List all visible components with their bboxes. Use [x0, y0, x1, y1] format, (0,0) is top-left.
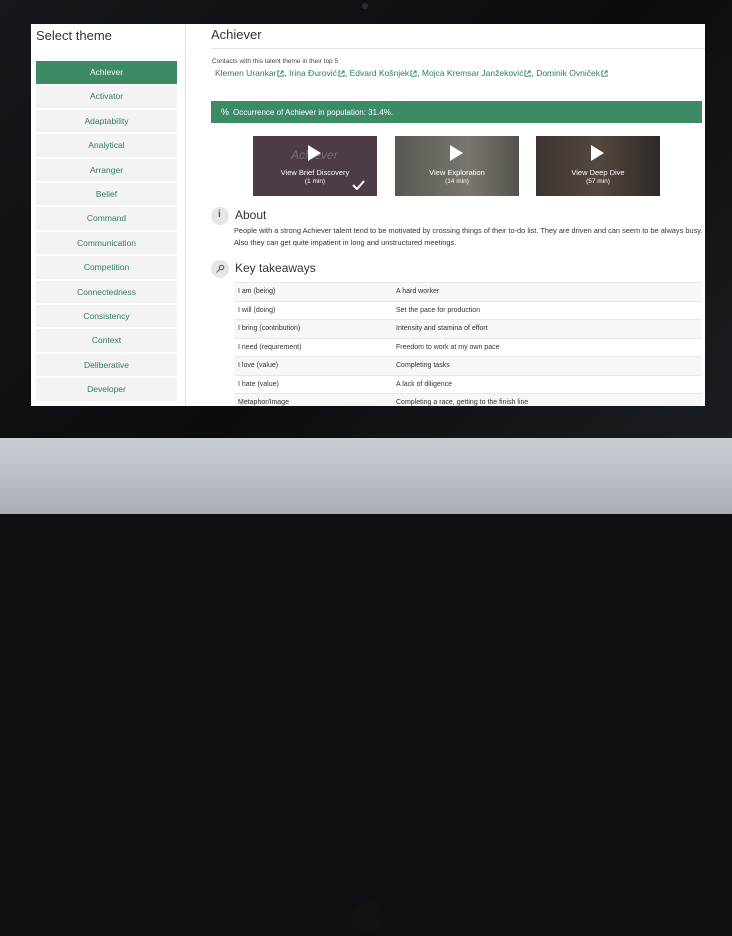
- about-heading: i About: [211, 207, 266, 225]
- takeaway-label: I bring (contribution): [234, 319, 392, 338]
- theme-detail: Achiever Contacts with this talent theme…: [186, 24, 705, 406]
- table-row: I will (doing) Set the pace for productio…: [234, 300, 702, 320]
- play-icon: [308, 145, 321, 161]
- takeaway-value: Intensity and stamina of effort: [392, 319, 702, 338]
- video-brief-discovery[interactable]: Achiever View Brief Discovery (1 min): [253, 136, 377, 196]
- table-row: I bring (contribution) Intensity and stam…: [234, 319, 702, 338]
- table-row: I love (value) Completing tasks: [234, 356, 702, 375]
- takeaway-label: Metaphor/Image: [234, 393, 392, 406]
- browser-screen: Select theme Achiever Activator Adaptabili…: [31, 24, 705, 406]
- contact-link[interactable]: Mojca Kremsar Janžeković: [422, 68, 532, 78]
- takeaways-heading: Key takeaways: [211, 260, 316, 278]
- contact-name: Klemen Urankar: [215, 68, 277, 78]
- sidebar-item-belief[interactable]: Belief: [36, 182, 177, 206]
- sidebar-item-competition[interactable]: Competition: [36, 256, 177, 279]
- sidebar-item-developer[interactable]: Developer: [36, 378, 177, 401]
- camera-icon: [362, 3, 368, 9]
- contact-name: Edvard Košnjek: [349, 68, 410, 78]
- page-title: Achiever: [211, 27, 262, 42]
- sidebar-item-analytical[interactable]: Analytical: [36, 134, 177, 157]
- theme-list: Achiever Activator Adaptability Analytical A…: [36, 61, 177, 402]
- contacts-label: Contacts with this talent theme in their…: [212, 58, 339, 65]
- sidebar-item-adaptability[interactable]: Adaptability: [36, 109, 177, 133]
- takeaway-value: Completing a race, getting to the finish…: [392, 393, 702, 406]
- contact-link[interactable]: Klemen Urankar: [215, 68, 284, 78]
- contacts-list: Klemen Urankar, Irina Đurović, Edvard Ko…: [215, 68, 608, 78]
- play-icon: [591, 145, 604, 161]
- takeaway-value: A lack of diligence: [392, 374, 702, 394]
- table-row: I need (requirement) Freedom to work at m…: [234, 337, 702, 357]
- external-link-icon: [601, 70, 608, 77]
- monitor-chin: [0, 438, 732, 933]
- sidebar-item-communication[interactable]: Communication: [36, 231, 177, 255]
- video-exploration[interactable]: View Exploration (14 min): [395, 136, 519, 196]
- takeaway-label: I hate (value): [234, 374, 392, 394]
- banner-text: Occurrence of Achiever in population: 31…: [233, 108, 394, 117]
- sidebar-item-achiever[interactable]: Achiever: [36, 61, 177, 84]
- about-title: About: [235, 208, 267, 223]
- apple-logo-icon: [351, 892, 383, 933]
- external-link-icon: [338, 70, 345, 77]
- sidebar-item-deliberative[interactable]: Deliberative: [36, 353, 177, 377]
- video-label: View Brief Discovery: [280, 168, 350, 177]
- contact-name: Dominik Ovniček: [536, 68, 600, 78]
- contact-name: Irina Đurović: [289, 68, 337, 78]
- sidebar-item-arranger[interactable]: Arranger: [36, 158, 177, 182]
- key-icon: [211, 260, 229, 278]
- sidebar-item-command[interactable]: Command: [36, 207, 177, 230]
- sidebar-item-connectedness[interactable]: Connectedness: [36, 280, 177, 304]
- contact-link[interactable]: Irina Đurović: [289, 68, 345, 78]
- contact-name: Mojca Kremsar Janžeković: [421, 68, 524, 78]
- video-duration: (14 min): [445, 178, 469, 185]
- takeaway-label: I need (requirement): [234, 337, 392, 357]
- takeaways-title: Key takeaways: [235, 261, 316, 276]
- table-row: Metaphor/Image Completing a race, getting…: [234, 393, 702, 406]
- sidebar-item-context[interactable]: Context: [36, 329, 177, 352]
- table-row: I hate (value) A lack of diligence: [234, 374, 702, 394]
- takeaway-label: I love (value): [234, 356, 392, 375]
- theme-sidebar: Select theme Achiever Activator Adaptabili…: [31, 24, 186, 406]
- takeaways-table: I am (being) A hard worker I will (doing) S…: [234, 282, 702, 406]
- contact-link[interactable]: Edvard Košnjek: [350, 68, 418, 78]
- takeaway-value: Set the pace for production: [392, 300, 702, 320]
- sidebar-item-activator[interactable]: Activator: [36, 85, 177, 108]
- sidebar-item-consistency[interactable]: Consistency: [36, 304, 177, 328]
- checkmark-icon: [352, 180, 365, 190]
- play-icon: [450, 145, 463, 161]
- takeaway-value: Completing tasks: [392, 356, 702, 375]
- table-row: I am (being) A hard worker: [234, 282, 702, 301]
- takeaway-label: I will (doing): [234, 300, 392, 320]
- title-divider: [211, 48, 705, 49]
- percent-icon: %: [221, 107, 230, 117]
- about-text: People with a strong Achiever talent ten…: [234, 226, 703, 247]
- video-deep-dive[interactable]: View Deep Dive (57 min): [536, 136, 660, 196]
- takeaway-value: A hard worker: [392, 282, 702, 301]
- video-label: View Deep Dive: [571, 168, 625, 177]
- contact-link[interactable]: Dominik Ovniček: [536, 68, 608, 78]
- video-duration: (57 min): [586, 178, 610, 185]
- population-banner: % Occurrence of Achiever in population: 3…: [211, 101, 702, 123]
- sidebar-title: Select theme: [36, 28, 112, 43]
- video-label: View Exploration: [429, 168, 485, 177]
- takeaway-value: Freedom to work at my own pace: [392, 337, 702, 357]
- takeaway-label: I am (being): [234, 282, 392, 301]
- info-icon: i: [211, 207, 229, 225]
